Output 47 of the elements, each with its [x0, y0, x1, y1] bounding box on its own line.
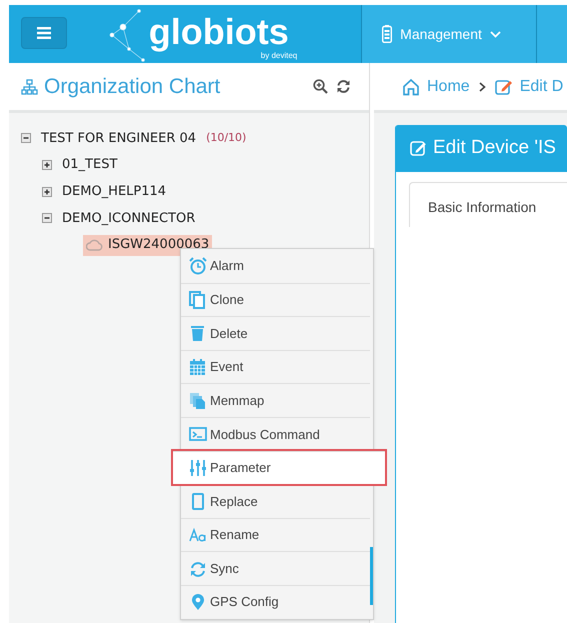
logo-byline: by deviteq [260, 51, 298, 60]
chevron-right-icon [478, 82, 486, 92]
alarm-clock-icon [189, 256, 207, 275]
refresh-icon[interactable] [336, 79, 351, 94]
menu-item[interactable]: Parameter [173, 450, 385, 484]
tree-item[interactable]: TEST FOR ENGINEER 04 [41, 128, 196, 148]
copy-icon [189, 290, 207, 309]
home-icon [402, 78, 420, 96]
chevron-icon [490, 30, 501, 38]
zoom-in-icon[interactable] [313, 79, 328, 94]
menu-item[interactable]: Clone [181, 282, 370, 316]
tree-item[interactable]: DEMO_HELP114 [62, 182, 166, 202]
menu-item[interactable]: Replace [181, 484, 370, 518]
collapse-icon[interactable] [21, 133, 31, 144]
cloud-icon [86, 239, 103, 252]
edit-icon [410, 140, 427, 157]
font-icon [189, 526, 207, 544]
sliders-icon [189, 458, 207, 477]
phone-icon [189, 492, 207, 510]
menu-icon [36, 27, 51, 39]
expand-icon[interactable] [42, 186, 52, 197]
battery-icon [382, 25, 392, 43]
terminal-icon [189, 425, 207, 444]
documents-icon [189, 392, 207, 410]
menu-item[interactable]: Event [181, 350, 370, 384]
menu-button[interactable] [21, 17, 67, 49]
org-chart-icon [21, 78, 38, 94]
map-pin-icon [189, 593, 207, 612]
scrollbar-thumb[interactable] [370, 547, 373, 605]
menu-item[interactable]: GPS Config [181, 584, 370, 619]
expand-icon[interactable] [42, 160, 52, 170]
sync-icon [189, 560, 207, 578]
node-count: (10/10) [206, 130, 246, 146]
collapse-icon[interactable] [42, 213, 52, 224]
menu-item[interactable]: Rename [181, 518, 370, 552]
panel-title: Organization Chart [44, 74, 220, 100]
calendar-icon [189, 358, 207, 376]
tab[interactable]: Basic Information [409, 182, 567, 227]
edit-icon [494, 78, 513, 96]
tree-item[interactable]: DEMO_ICONNECTOR [62, 208, 196, 228]
trash-icon [189, 324, 207, 342]
card-title: Edit Device 'IS [433, 136, 556, 160]
tree-item[interactable]: ISGW24000063 [83, 234, 212, 256]
menu-item[interactable]: Memmap [181, 383, 370, 417]
tree-item[interactable]: 01_TEST [62, 155, 118, 175]
logo-text: globiots [148, 13, 289, 51]
menu-item[interactable]: Delete [181, 316, 370, 350]
